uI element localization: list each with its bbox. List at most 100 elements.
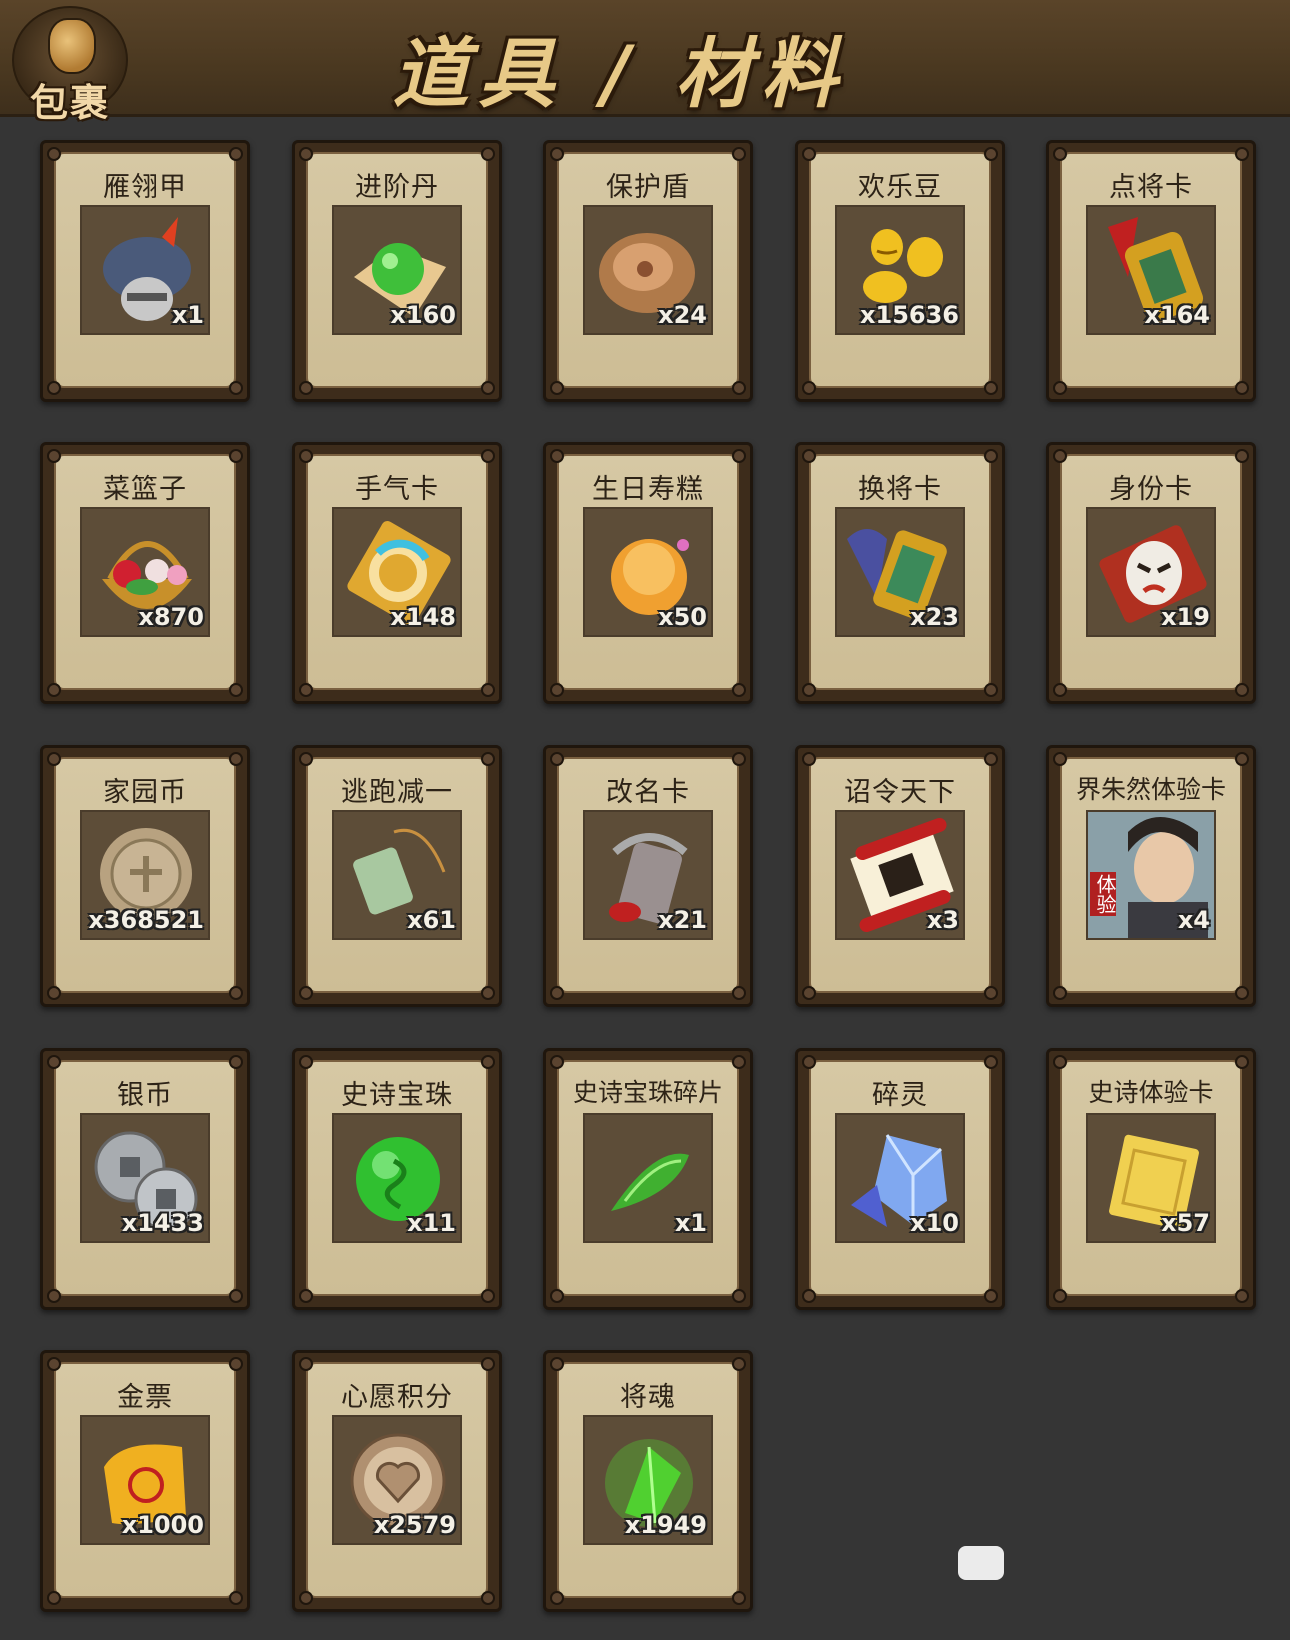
item-quantity: x21: [658, 906, 707, 934]
card-corner-stud: [1235, 1289, 1249, 1303]
card-corner-stud: [47, 1591, 61, 1605]
item-quantity: x24: [658, 301, 707, 329]
item-name: 家园币: [103, 777, 187, 808]
item-card[interactable]: 换将卡 x23: [795, 442, 1005, 704]
card-corner-stud: [1053, 147, 1067, 161]
card-corner-stud: [732, 986, 746, 1000]
item-card[interactable]: 改名卡 x21: [543, 745, 753, 1007]
item-icon-frame: x2579: [332, 1415, 462, 1545]
item-name: 保护盾: [606, 172, 690, 203]
item-card[interactable]: 碎灵 x10: [795, 1048, 1005, 1310]
item-icon-frame: x1949: [583, 1415, 713, 1545]
item-icon-frame: x164: [1086, 205, 1216, 335]
item-icon-frame: x1433: [80, 1113, 210, 1243]
card-corner-stud: [481, 449, 495, 463]
item-card[interactable]: 界朱然体验卡 体验 x4: [1046, 745, 1256, 1007]
card-corner-stud: [732, 1055, 746, 1069]
card-corner-stud: [1235, 147, 1249, 161]
item-name: 生日寿糕: [592, 474, 704, 505]
card-corner-stud: [732, 449, 746, 463]
card-corner-stud: [481, 1591, 495, 1605]
item-card[interactable]: 身份卡 x19: [1046, 442, 1256, 704]
card-corner-stud: [984, 752, 998, 766]
card-corner-stud: [481, 683, 495, 697]
card-corner-stud: [1053, 381, 1067, 395]
item-quantity: x3: [926, 906, 959, 934]
item-name: 改名卡: [606, 777, 690, 808]
card-corner-stud: [229, 752, 243, 766]
card-corner-stud: [299, 1357, 313, 1371]
card-corner-stud: [481, 752, 495, 766]
card-corner-stud: [802, 449, 816, 463]
item-card[interactable]: 手气卡 x148: [292, 442, 502, 704]
card-corner-stud: [299, 147, 313, 161]
item-quantity: x23: [910, 603, 959, 631]
card-corner-stud: [229, 1289, 243, 1303]
card-corner-stud: [802, 986, 816, 1000]
card-corner-stud: [229, 449, 243, 463]
card-corner-stud: [481, 1357, 495, 1371]
item-card[interactable]: 逃跑减一 x61: [292, 745, 502, 1007]
item-name: 将魂: [620, 1382, 676, 1413]
card-corner-stud: [984, 449, 998, 463]
item-card[interactable]: 点将卡 x164: [1046, 140, 1256, 402]
card-corner-stud: [802, 1289, 816, 1303]
card-corner-stud: [550, 1289, 564, 1303]
watermark-logo: [958, 1546, 1004, 1580]
item-name: 碎灵: [872, 1080, 928, 1111]
item-name: 史诗宝珠碎片: [572, 1078, 723, 1107]
card-corner-stud: [1235, 449, 1249, 463]
card-corner-stud: [802, 683, 816, 697]
item-quantity: x368521: [88, 906, 204, 934]
card-corner-stud: [229, 1591, 243, 1605]
card-corner-stud: [732, 1289, 746, 1303]
card-corner-stud: [802, 1055, 816, 1069]
item-name: 雁翎甲: [103, 172, 187, 203]
item-card[interactable]: 欢乐豆 x15636: [795, 140, 1005, 402]
item-card[interactable]: 银币 x1433: [40, 1048, 250, 1310]
card-corner-stud: [299, 1591, 313, 1605]
card-corner-stud: [732, 1357, 746, 1371]
card-corner-stud: [229, 1055, 243, 1069]
item-card[interactable]: 将魂 x1949: [543, 1350, 753, 1612]
item-card[interactable]: 保护盾 x24: [543, 140, 753, 402]
card-corner-stud: [47, 1357, 61, 1371]
item-grid: 雁翎甲 x1 进阶丹 x160 保护盾 x24 欢乐豆 x15636 点将卡 x164 菜篮子 x87…: [0, 0, 1290, 1640]
item-card[interactable]: 生日寿糕 x50: [543, 442, 753, 704]
item-name: 史诗宝珠: [341, 1080, 453, 1111]
item-card[interactable]: 金票 x1000: [40, 1350, 250, 1612]
item-icon-frame: x1000: [80, 1415, 210, 1545]
item-card[interactable]: 菜篮子 x870: [40, 442, 250, 704]
item-quantity: x160: [390, 301, 456, 329]
card-corner-stud: [732, 752, 746, 766]
item-card[interactable]: 进阶丹 x160: [292, 140, 502, 402]
card-corner-stud: [1235, 752, 1249, 766]
card-corner-stud: [481, 147, 495, 161]
item-icon-frame: x870: [80, 507, 210, 637]
card-corner-stud: [1053, 1055, 1067, 1069]
card-corner-stud: [984, 683, 998, 697]
item-card[interactable]: 诏令天下 x3: [795, 745, 1005, 1007]
item-card[interactable]: 史诗体验卡 x57: [1046, 1048, 1256, 1310]
item-card[interactable]: 雁翎甲 x1: [40, 140, 250, 402]
item-icon-frame: x368521: [80, 810, 210, 940]
item-icon-frame: x1: [80, 205, 210, 335]
item-name: 欢乐豆: [858, 172, 942, 203]
item-quantity: x164: [1144, 301, 1210, 329]
item-icon-frame: 体验 x4: [1086, 810, 1216, 940]
item-icon-frame: x23: [835, 507, 965, 637]
item-name: 身份卡: [1109, 474, 1193, 505]
item-icon-frame: x24: [583, 205, 713, 335]
item-name: 史诗体验卡: [1088, 1078, 1214, 1107]
item-icon-frame: x11: [332, 1113, 462, 1243]
item-card[interactable]: 心愿积分 x2579: [292, 1350, 502, 1612]
card-corner-stud: [481, 986, 495, 1000]
item-card[interactable]: 史诗宝珠 x11: [292, 1048, 502, 1310]
card-corner-stud: [47, 1289, 61, 1303]
item-card[interactable]: 史诗宝珠碎片 x1: [543, 1048, 753, 1310]
item-card[interactable]: 家园币 x368521: [40, 745, 250, 1007]
item-quantity: x870: [138, 603, 204, 631]
item-name: 进阶丹: [355, 172, 439, 203]
item-icon-frame: x160: [332, 205, 462, 335]
card-corner-stud: [1235, 986, 1249, 1000]
